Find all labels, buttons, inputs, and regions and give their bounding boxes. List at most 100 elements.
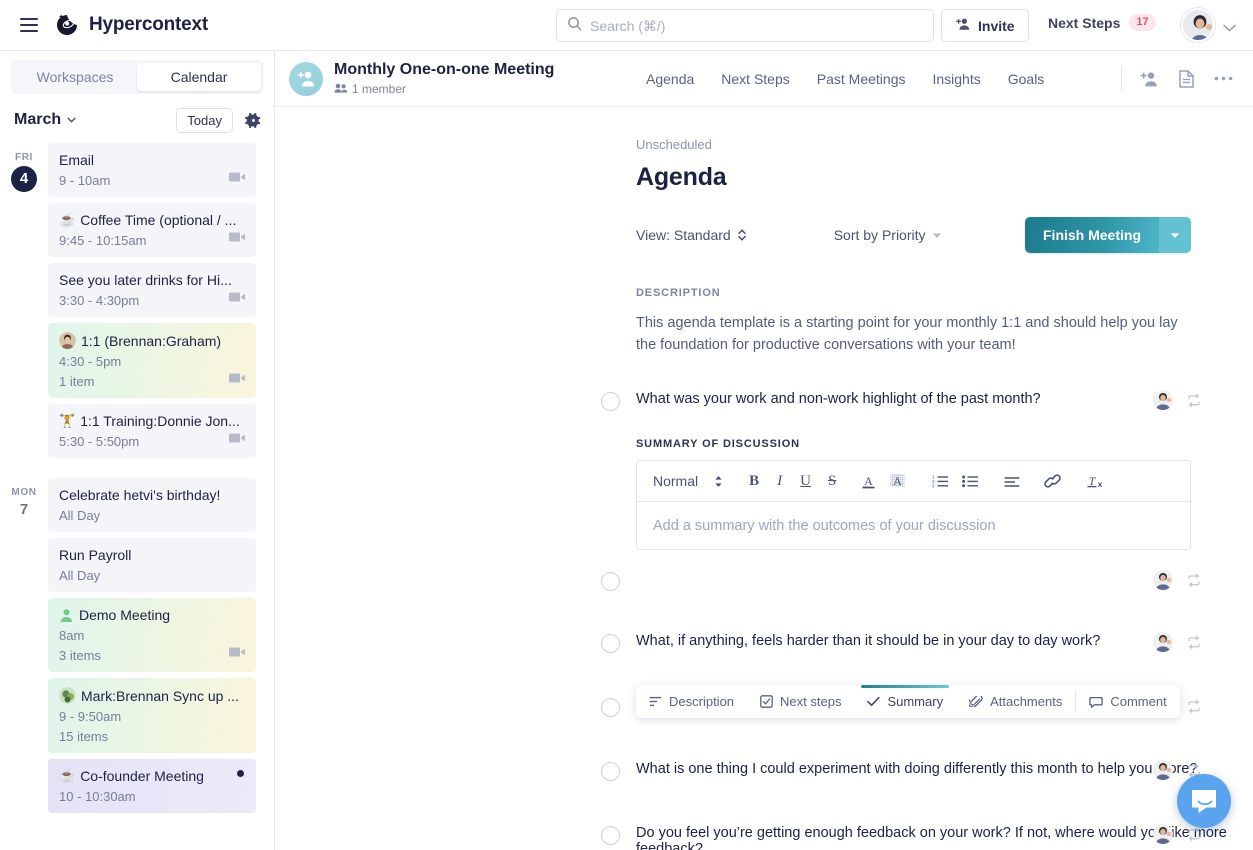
strikethrough-icon[interactable]: S	[828, 473, 836, 490]
avatar[interactable]	[1153, 824, 1173, 844]
agenda-item-checkbox[interactable]	[601, 572, 620, 591]
rich-text-editor[interactable]: Normal B I U S A A 1 2 3 T x Add a summa…	[636, 460, 1191, 550]
user-menu-chevron-down-icon[interactable]	[1223, 19, 1236, 37]
day-number: 4	[11, 166, 37, 192]
invite-button-label: Invite	[978, 17, 1015, 34]
event-item-count: 3 items	[59, 648, 101, 663]
add-person-icon[interactable]	[1140, 71, 1159, 87]
agenda-item[interactable]: What was your work and non-work highligh…	[275, 390, 1253, 426]
calendar-event[interactable]: Mark:Brennan Sync up ... 9 - 9:50am 15 i…	[48, 678, 256, 753]
members-icon	[334, 82, 348, 96]
agenda-item-checkbox[interactable]	[601, 826, 620, 845]
recurring-icon[interactable]	[1187, 827, 1201, 841]
agenda-item-checkbox[interactable]	[601, 698, 620, 717]
italic-icon[interactable]: I	[777, 473, 782, 490]
calendar-event[interactable]: 1:1 (Brennan:Graham) 4:30 - 5pm 1 item	[48, 323, 256, 398]
text-color-icon[interactable]: A	[861, 473, 876, 490]
event-title: Demo Meeting	[59, 607, 245, 623]
meeting-title: Monthly One-on-one Meeting	[334, 61, 555, 78]
finish-meeting-button[interactable]: Finish Meeting	[1025, 217, 1159, 253]
video-camera-icon	[229, 170, 246, 188]
agenda-item-checkbox[interactable]	[601, 392, 620, 411]
chevron-down-icon	[1170, 232, 1180, 239]
more-options-icon[interactable]	[1214, 76, 1233, 81]
item-tab-label: Next steps	[780, 694, 842, 709]
search-box[interactable]	[556, 9, 934, 42]
user-avatar[interactable]	[1181, 8, 1215, 42]
page-title: Agenda	[636, 163, 727, 191]
tab-insights[interactable]: Insights	[932, 71, 980, 87]
avatar[interactable]	[1153, 390, 1173, 410]
document-icon[interactable]	[1179, 69, 1194, 88]
tab-past-meetings[interactable]: Past Meetings	[817, 71, 906, 87]
paperclip-icon	[969, 696, 983, 707]
item-tab-summary[interactable]: Summary	[854, 685, 956, 718]
event-title: Run Payroll	[59, 547, 132, 563]
summary-input[interactable]: Add a summary with the outcomes of your …	[637, 502, 1190, 549]
avatar[interactable]	[1153, 760, 1173, 780]
sort-selector[interactable]: Sort by Priority	[834, 227, 942, 243]
agenda-item[interactable]: What is one thing I could experiment wit…	[275, 760, 1253, 796]
recurring-icon[interactable]	[1187, 635, 1201, 649]
bold-icon[interactable]: B	[749, 473, 759, 490]
ordered-list-icon[interactable]: 1 2 3	[932, 474, 949, 488]
align-icon[interactable]	[1004, 476, 1020, 487]
event-time: 10 - 10:30am	[59, 789, 136, 804]
sidebar-tab-calendar[interactable]: Calendar	[137, 63, 261, 91]
calendar-event[interactable]: Celebrate hetvi's birthday! All Day	[48, 478, 256, 532]
tab-next-steps[interactable]: Next Steps	[721, 71, 789, 87]
recurring-icon[interactable]	[1187, 573, 1201, 587]
invite-button[interactable]: Invite	[941, 9, 1029, 42]
calendar-event[interactable]: Run Payroll All Day	[48, 538, 256, 592]
avatar[interactable]	[1153, 570, 1173, 590]
agenda-item[interactable]: Do you feel you’re getting enough feedba…	[275, 824, 1253, 850]
event-time: 3:30 - 4:30pm	[59, 293, 140, 308]
sidebar-tab-workspaces[interactable]: Workspaces	[13, 63, 137, 91]
item-tab-next-steps[interactable]: Next steps	[747, 685, 854, 718]
underline-icon[interactable]: U	[800, 473, 811, 490]
recurring-icon[interactable]	[1187, 393, 1201, 407]
clear-formatting-icon[interactable]: T x	[1087, 473, 1104, 489]
calendar-event[interactable]: ☕ Co-founder Meeting 10 - 10:30am	[48, 759, 256, 813]
highlight-color-icon[interactable]: A	[890, 473, 905, 490]
checkbox-icon	[760, 695, 773, 708]
svg-text:x: x	[1098, 480, 1103, 489]
calendar-event[interactable]: ☕ Coffee Time (optional / ... 9:45 - 10:…	[48, 203, 256, 257]
view-selector[interactable]: View: Standard	[636, 227, 747, 243]
finish-meeting-dropdown-button[interactable]	[1159, 217, 1191, 253]
calendar-event[interactable]: See you later drinks for Hi... 3:30 - 4:…	[48, 263, 256, 317]
calendar-event-list[interactable]: FRI 4 Email 9 - 10am ☕ Coffee Time (opti…	[0, 140, 274, 850]
agenda-item[interactable]: What, if anything, feels harder than it …	[275, 632, 1253, 668]
menu-icon[interactable]	[20, 18, 38, 32]
agenda-item[interactable]	[275, 570, 1253, 606]
link-icon[interactable]	[1044, 473, 1062, 489]
today-button[interactable]: Today	[176, 107, 233, 133]
tab-agenda[interactable]: Agenda	[646, 71, 694, 87]
agenda-item-checkbox[interactable]	[601, 634, 620, 653]
summary-input-placeholder: Add a summary with the outcomes of your …	[653, 517, 996, 534]
calendar-event[interactable]: 🏋️ 1:1 Training:Donnie Jon... 5:30 - 5:5…	[48, 404, 256, 458]
search-input[interactable]	[590, 17, 923, 34]
bullet-list-icon[interactable]	[962, 474, 979, 488]
avatar[interactable]	[1153, 632, 1173, 652]
intercom-chat-button[interactable]	[1177, 774, 1231, 828]
sidebar-view-switcher: Workspaces Calendar	[10, 60, 264, 94]
next-steps-nav[interactable]: Next Steps 17	[1048, 14, 1156, 31]
agenda-item-checkbox[interactable]	[601, 762, 620, 781]
calendar-event[interactable]: Demo Meeting 8am 3 items	[48, 598, 256, 672]
item-tab-comment[interactable]: Comment	[1076, 685, 1179, 718]
month-selector[interactable]: March	[14, 111, 61, 129]
schedule-status: Unscheduled	[636, 137, 712, 152]
month-chevron-down-icon[interactable]	[67, 117, 76, 123]
calendar-event[interactable]: Email 9 - 10am	[48, 143, 256, 197]
format-style-chevron-icon[interactable]	[714, 475, 723, 488]
tab-goals[interactable]: Goals	[1008, 71, 1045, 87]
item-tab-attachments[interactable]: Attachments	[956, 685, 1075, 718]
gear-icon[interactable]	[245, 112, 262, 129]
item-tab-description[interactable]: Description	[636, 685, 747, 718]
avatar	[59, 687, 76, 704]
brand-logo-link[interactable]: Hypercontext	[54, 12, 208, 38]
recurring-icon[interactable]	[1187, 699, 1201, 713]
format-style-selector[interactable]: Normal	[653, 473, 698, 489]
video-camera-icon	[229, 431, 246, 449]
